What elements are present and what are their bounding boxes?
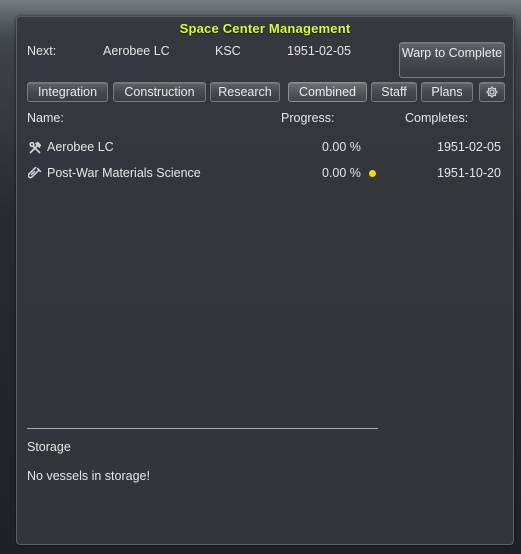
tab-staff[interactable]: Staff bbox=[371, 82, 417, 102]
tab-combined[interactable]: Combined bbox=[288, 82, 367, 102]
row-completes-date: 1951-10-20 bbox=[437, 166, 501, 180]
section-divider bbox=[27, 428, 378, 429]
row-completes-date: 1951-02-05 bbox=[437, 140, 501, 154]
status-dot-icon bbox=[369, 170, 376, 177]
next-item-name: Aerobee LC bbox=[103, 44, 170, 58]
tab-plans[interactable]: Plans bbox=[421, 82, 473, 102]
next-item-site: KSC bbox=[215, 44, 241, 58]
row-progress: 0.00 % bbox=[322, 140, 361, 154]
gear-icon bbox=[486, 86, 498, 98]
test-tube-icon bbox=[28, 167, 42, 179]
window-title: Space Center Management bbox=[179, 21, 351, 36]
space-center-management-window: Space Center Management Next: Aerobee LC… bbox=[16, 16, 514, 545]
column-header-progress: Progress: bbox=[281, 111, 335, 125]
next-item-date: 1951-02-05 bbox=[287, 44, 351, 58]
row-name: Post-War Materials Science bbox=[47, 166, 201, 180]
wrench-hammer-icon bbox=[29, 141, 42, 154]
next-label: Next: bbox=[27, 44, 57, 58]
storage-empty-message: No vessels in storage! bbox=[27, 469, 150, 483]
settings-button[interactable] bbox=[479, 82, 505, 102]
row-progress: 0.00 % bbox=[322, 166, 361, 180]
column-header-completes: Completes: bbox=[405, 111, 469, 125]
row-name: Aerobee LC bbox=[47, 140, 114, 154]
tab-research[interactable]: Research bbox=[210, 82, 280, 102]
tab-integration[interactable]: Integration bbox=[27, 82, 108, 102]
storage-heading: Storage bbox=[27, 440, 71, 454]
warp-to-complete-button[interactable]: Warp to Complete bbox=[399, 42, 505, 78]
column-header-name: Name: bbox=[27, 111, 64, 125]
tab-construction[interactable]: Construction bbox=[113, 82, 206, 102]
